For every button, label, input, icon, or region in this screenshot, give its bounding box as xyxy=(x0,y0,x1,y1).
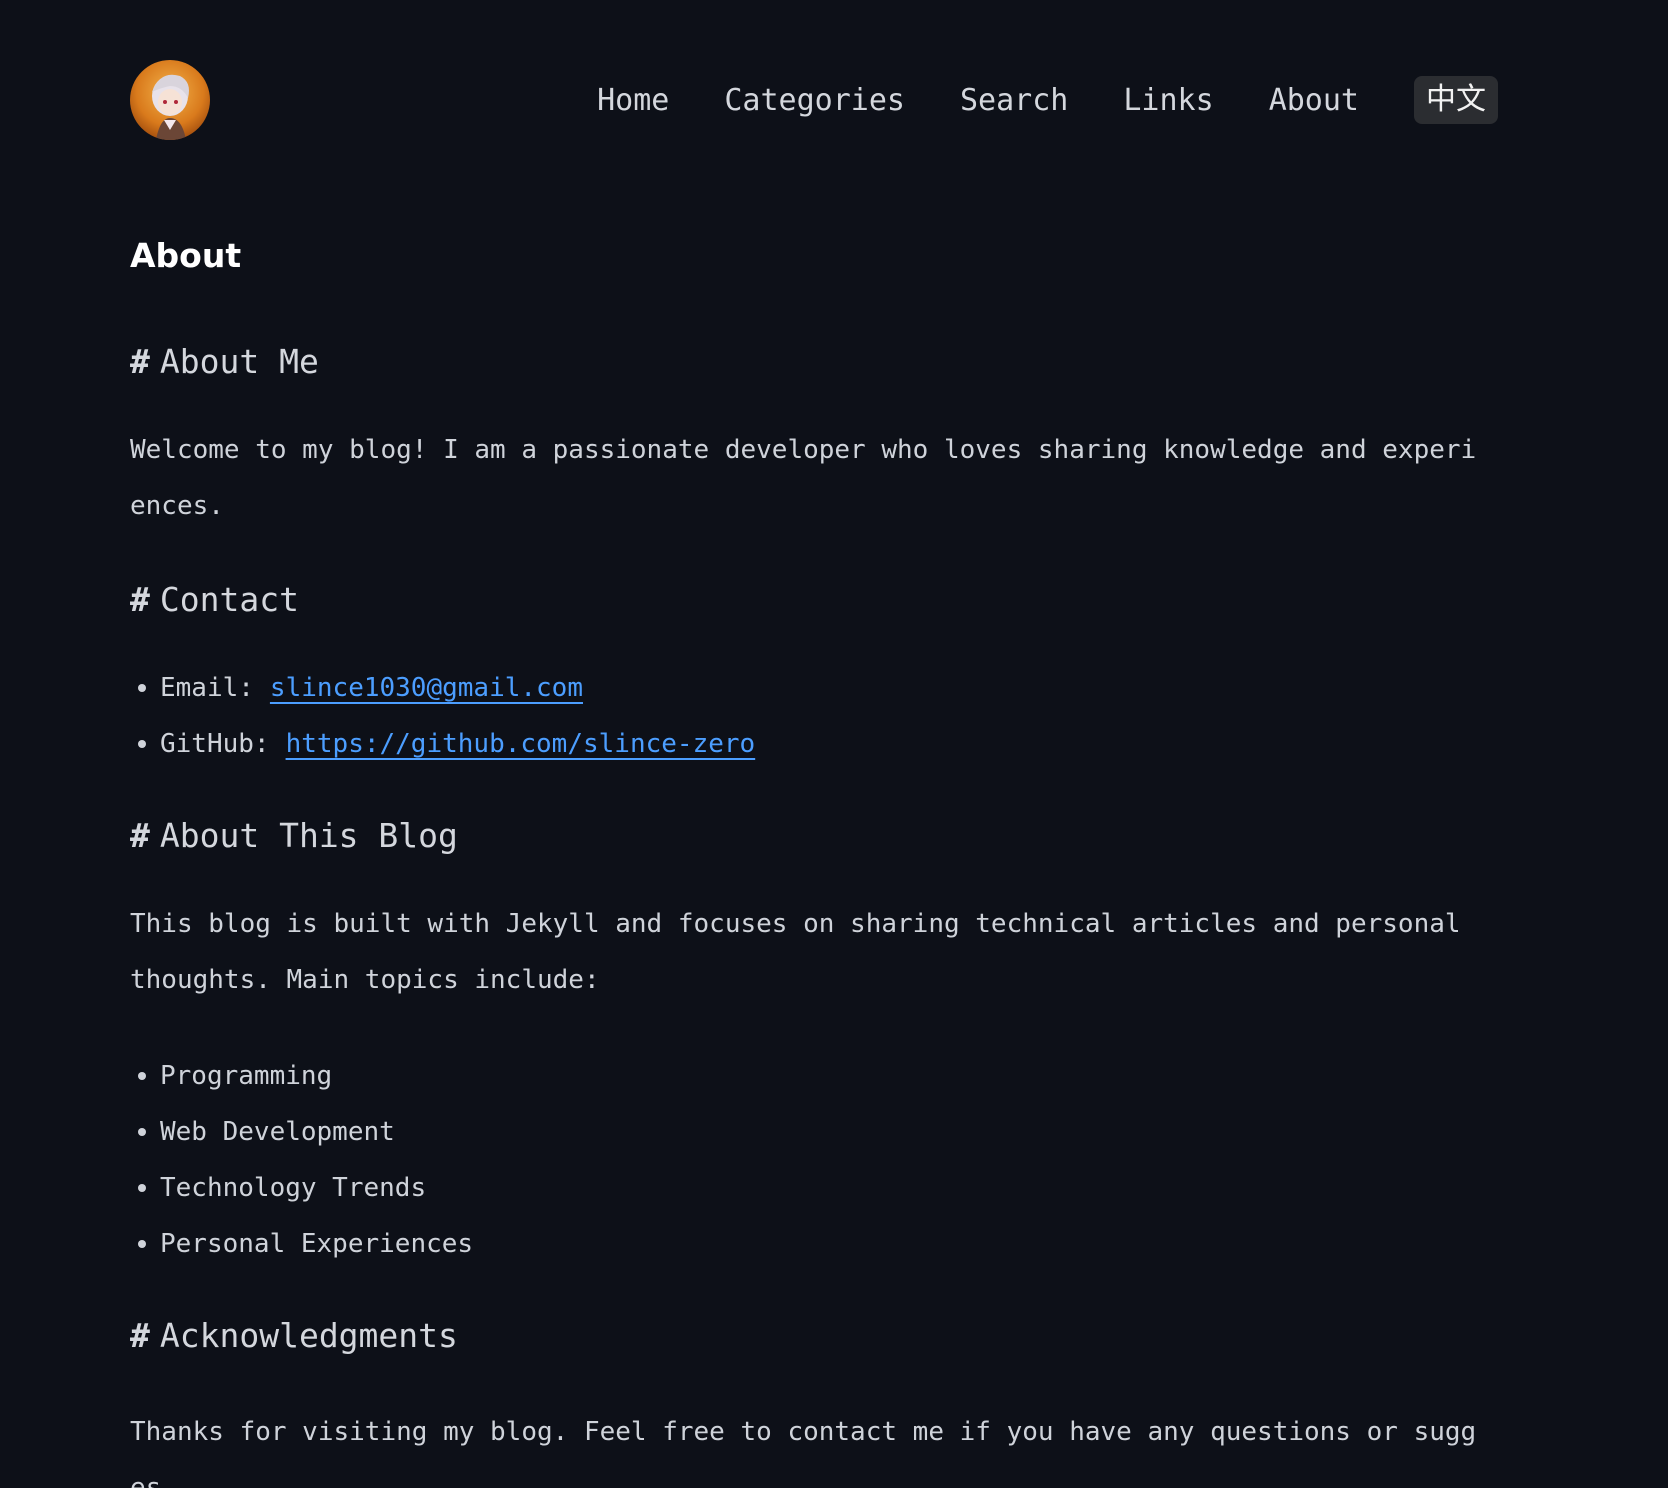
about-blog-paragraph: This blog is built with Jekyll and focus… xyxy=(130,909,1461,995)
about-me-paragraph: Welcome to my blog! I am a passionate de… xyxy=(130,435,1477,521)
bullet-icon xyxy=(138,1184,146,1192)
bullet-icon xyxy=(138,740,146,748)
acknowledgments-paragraph: Thanks for visiting my blog. Feel free t… xyxy=(130,1417,1477,1488)
list-item-email: Email: slince1030@gmail.com xyxy=(130,660,1538,716)
avatar-image xyxy=(130,60,210,140)
list-item-github: GitHub: https://github.com/slince-zero xyxy=(130,716,1538,772)
topic-label: Programming xyxy=(160,1061,333,1091)
nav-home[interactable]: Home xyxy=(597,83,669,118)
site-header: Home Categories Search Links About 中文 xyxy=(130,0,1538,200)
main-nav: Home Categories Search Links About 中文 xyxy=(542,76,1498,124)
contact-list: Email: slince1030@gmail.com GitHub: http… xyxy=(130,660,1538,772)
email-label: Email: xyxy=(160,673,254,703)
page: Home Categories Search Links About 中文 Ab… xyxy=(0,0,1668,1488)
section-heading-acknowledgments: # Acknowledgments xyxy=(130,1316,1538,1356)
section-heading-text: About Me xyxy=(159,342,319,381)
bullet-icon xyxy=(138,1072,146,1080)
bullet-icon xyxy=(138,1240,146,1248)
nav-about[interactable]: About xyxy=(1269,83,1359,118)
list-item: Web Development xyxy=(130,1104,1538,1160)
github-label: GitHub: xyxy=(160,729,270,759)
section-heading-about-this-blog: # About This Blog xyxy=(130,816,1538,856)
nav-search[interactable]: Search xyxy=(960,83,1068,118)
github-link[interactable]: https://github.com/slince-zero xyxy=(286,716,756,772)
page-title: About xyxy=(130,236,242,275)
avatar[interactable] xyxy=(130,60,210,140)
section-heading-text: Contact xyxy=(159,580,299,619)
nav-categories[interactable]: Categories xyxy=(724,83,905,118)
heading-hash-icon: # xyxy=(130,816,150,855)
heading-hash-icon: # xyxy=(130,342,150,381)
section-heading-text: Acknowledgments xyxy=(159,1316,458,1355)
bullet-icon xyxy=(138,684,146,692)
list-item: Personal Experiences xyxy=(130,1216,1538,1272)
email-link[interactable]: slince1030@gmail.com xyxy=(270,660,583,716)
section-heading-contact: # Contact xyxy=(130,580,1538,620)
nav-links[interactable]: Links xyxy=(1123,83,1213,118)
main-content: About # About Me Welcome to my blog! I a… xyxy=(130,236,1538,1488)
language-toggle-button[interactable]: 中文 xyxy=(1414,76,1498,124)
topic-label: Technology Trends xyxy=(160,1173,427,1203)
list-item: Programming xyxy=(130,1048,1538,1104)
heading-hash-icon: # xyxy=(130,580,150,619)
list-item: Technology Trends xyxy=(130,1160,1538,1216)
topic-label: Web Development xyxy=(160,1117,395,1147)
bullet-icon xyxy=(138,1128,146,1136)
heading-hash-icon: # xyxy=(130,1316,150,1355)
topics-list: Programming Web Development Technology T… xyxy=(130,1048,1538,1272)
topic-label: Personal Experiences xyxy=(160,1229,474,1259)
section-heading-about-me: # About Me xyxy=(130,342,1538,382)
section-heading-text: About This Blog xyxy=(159,816,458,855)
